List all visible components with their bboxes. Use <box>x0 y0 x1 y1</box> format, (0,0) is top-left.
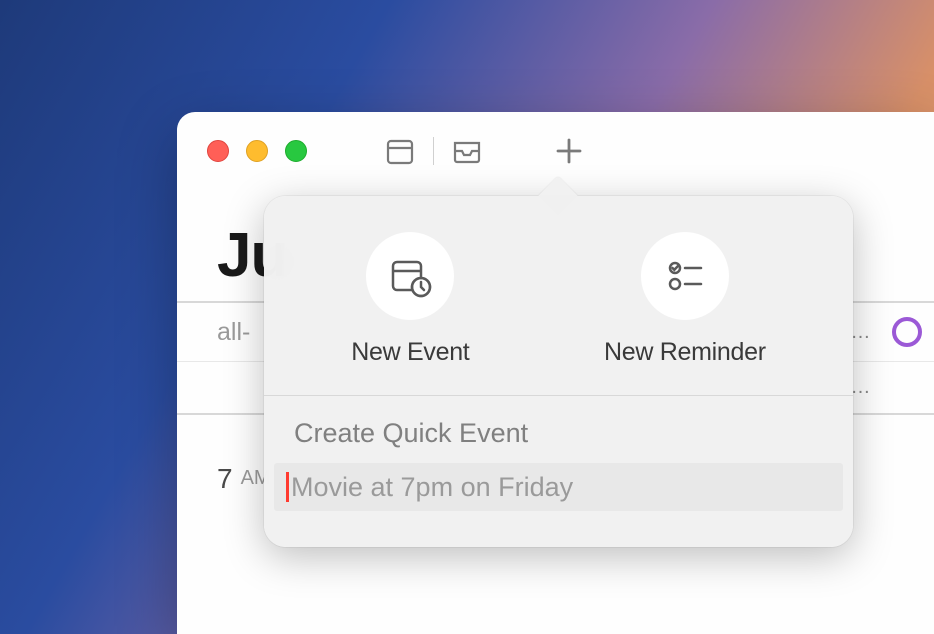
add-popover: New Event New Reminder Create Quick Even… <box>264 196 853 547</box>
minimize-button[interactable] <box>246 140 268 162</box>
new-reminder-option[interactable]: New Reminder <box>604 232 766 367</box>
new-event-option[interactable]: New Event <box>351 232 469 367</box>
popover-options: New Event New Reminder <box>264 196 853 396</box>
allday-event-ring[interactable] <box>892 317 922 347</box>
toolbar-separator <box>433 137 434 165</box>
close-button[interactable] <box>207 140 229 162</box>
reminder-list-icon <box>641 232 729 320</box>
window-controls <box>207 140 307 162</box>
calendar-view-icon[interactable] <box>383 134 417 168</box>
maximize-button[interactable] <box>285 140 307 162</box>
inbox-icon[interactable] <box>450 134 484 168</box>
quick-event-field[interactable] <box>274 463 843 511</box>
new-reminder-label: New Reminder <box>604 338 766 367</box>
allday-label: all- <box>177 318 250 347</box>
quick-event-input[interactable] <box>291 472 831 503</box>
add-button[interactable] <box>552 134 586 168</box>
new-event-label: New Event <box>351 338 469 367</box>
text-cursor <box>286 472 289 502</box>
quick-event-label: Create Quick Event <box>264 396 853 463</box>
time-hour: 7 <box>217 463 233 495</box>
calendar-clock-icon <box>366 232 454 320</box>
